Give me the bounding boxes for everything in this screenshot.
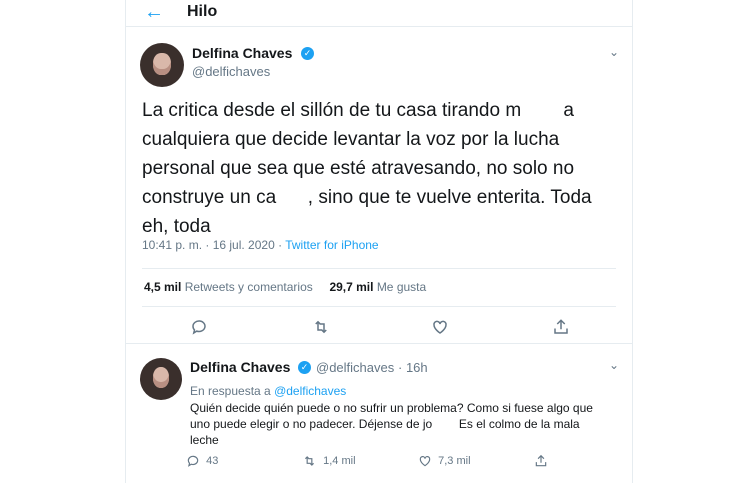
retweets-label: Retweets y comentarios xyxy=(184,280,313,294)
reply-text-line: uno puede elegir o no padecer. Déjense d… xyxy=(190,417,580,431)
tweet-age[interactable]: · 16h xyxy=(398,360,428,375)
verified-badge-icon: ✓ xyxy=(298,361,311,374)
like-icon xyxy=(419,456,431,467)
tweet-text-line: construye un ca , sino que te vuelve ent… xyxy=(142,187,592,208)
likes-stat[interactable]: 29,7 mil Me gusta xyxy=(329,280,426,294)
chevron-down-icon[interactable]: ⌄ xyxy=(609,45,619,59)
retweet-icon[interactable] xyxy=(311,318,331,336)
retweets-count: 4,5 mil xyxy=(144,280,182,294)
share-icon[interactable] xyxy=(552,318,570,336)
tweet-text-line: eh, toda xyxy=(142,216,211,237)
tweet-text: La critica desde el sillón de tu casa ti… xyxy=(142,96,622,241)
in-reply-prefix: En respuesta a xyxy=(190,384,271,398)
tweet-text-line: personal que sea que esté atravesando, n… xyxy=(142,158,575,179)
like-action[interactable]: 7,3 mil xyxy=(418,454,471,468)
tweet-text-line: cualquiera que decide levantar la voz po… xyxy=(142,129,560,150)
chevron-down-icon[interactable]: ⌄ xyxy=(609,358,619,372)
likes-count: 7,3 mil xyxy=(438,454,471,467)
in-reply-to: En respuesta a @delfichaves xyxy=(190,384,346,398)
tweet-text-line: La critica desde el sillón de tu casa ti… xyxy=(142,100,574,121)
likes-label: Me gusta xyxy=(376,280,427,294)
tweet-time[interactable]: 10:41 p. m. · 16 jul. 2020 xyxy=(142,238,275,252)
thread-header: ← Hilo xyxy=(126,0,632,27)
reply-icon[interactable] xyxy=(190,318,208,336)
tweet-client[interactable]: Twitter for iPhone xyxy=(285,238,378,252)
author-name[interactable]: Delfina Chaves xyxy=(190,359,290,375)
thread-panel: ← Hilo Delfina Chaves ✓ @delfichaves ⌄ L… xyxy=(125,0,633,483)
divider xyxy=(142,268,616,269)
back-arrow-icon[interactable]: ← xyxy=(144,1,164,23)
reply-text-line: Quién decide quién puede o no sufrir un … xyxy=(190,401,593,415)
tweet-stats: 4,5 mil Retweets y comentarios 29,7 mil … xyxy=(144,280,426,294)
avatar[interactable] xyxy=(140,43,184,87)
reply-text: Quién decide quién puede o no sufrir un … xyxy=(190,400,622,448)
share-action[interactable] xyxy=(534,454,548,468)
avatar[interactable] xyxy=(140,358,182,400)
verified-badge-icon: ✓ xyxy=(301,47,314,60)
share-icon xyxy=(535,454,547,467)
tweet-meta: 10:41 p. m. · 16 jul. 2020 · Twitter for… xyxy=(142,238,379,252)
in-reply-handle[interactable]: @delfichaves xyxy=(274,384,346,398)
reply-text-line: leche xyxy=(190,433,219,447)
author-name[interactable]: Delfina Chaves xyxy=(192,45,292,61)
reply-action[interactable]: 43 xyxy=(186,454,218,468)
retweets-count: 1,4 mil xyxy=(323,454,356,467)
likes-count: 29,7 mil xyxy=(329,280,374,294)
retweet-icon xyxy=(305,456,314,466)
divider xyxy=(142,306,616,307)
retweet-action[interactable]: 1,4 mil xyxy=(302,454,356,468)
like-icon[interactable] xyxy=(431,318,449,336)
page-title: Hilo xyxy=(187,3,218,20)
replies-count: 43 xyxy=(206,454,219,467)
reply-icon xyxy=(187,455,199,467)
reply-tweet[interactable]: Delfina Chaves ✓ @delfichaves · 16h ⌄ En… xyxy=(126,343,632,484)
author-handle[interactable]: @delfichaves xyxy=(316,360,394,375)
retweets-stat[interactable]: 4,5 mil Retweets y comentarios xyxy=(144,280,313,294)
author-handle[interactable]: @delfichaves xyxy=(192,64,270,79)
